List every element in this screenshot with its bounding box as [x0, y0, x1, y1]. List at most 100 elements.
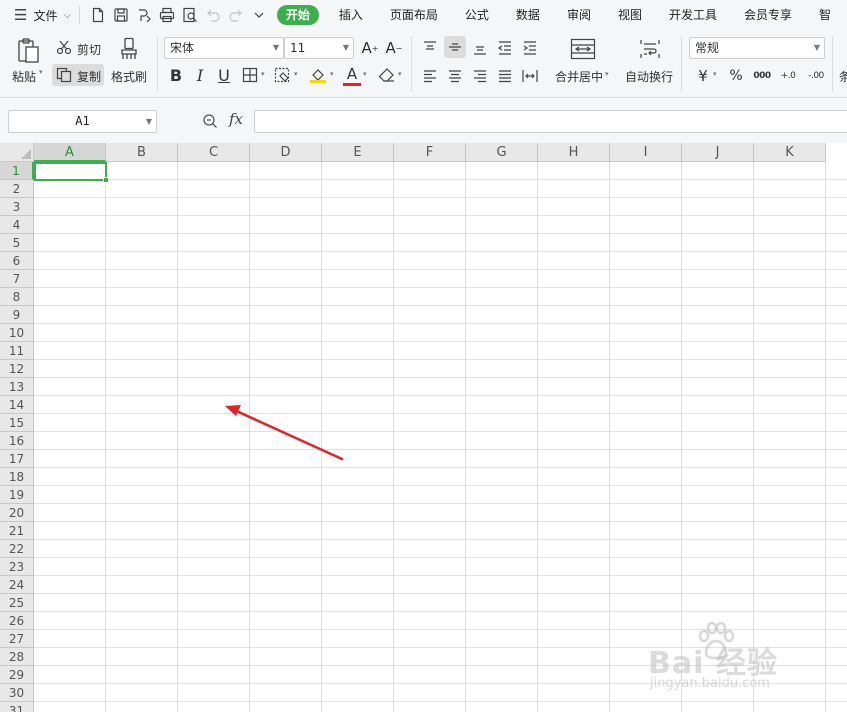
- fill-color-icon[interactable]: [308, 65, 328, 85]
- row-header-4[interactable]: 4: [0, 216, 34, 234]
- tab-home[interactable]: 开始: [276, 5, 319, 25]
- underline-button[interactable]: U: [214, 64, 234, 86]
- active-cell-a1[interactable]: [34, 162, 109, 183]
- align-middle-icon[interactable]: [444, 36, 466, 58]
- tab-insert[interactable]: 插入: [328, 0, 374, 30]
- row-header-5[interactable]: 5: [0, 234, 34, 252]
- column-header-a[interactable]: A: [34, 143, 106, 162]
- row-header-22[interactable]: 22: [0, 540, 34, 558]
- row-header-6[interactable]: 6: [0, 252, 34, 270]
- spreadsheet-grid[interactable]: ABCDEFGHIJK 1 2 3 4 5 6 7 8 9 10 11 12 13 14 15 16 17 18 1…: [0, 143, 847, 712]
- decrease-decimal-button[interactable]: -.00: [803, 65, 829, 87]
- borders-icon[interactable]: [240, 66, 260, 84]
- row-header-8[interactable]: 8: [0, 288, 34, 306]
- row-header-25[interactable]: 25: [0, 594, 34, 612]
- row-header-29[interactable]: 29: [0, 666, 34, 684]
- row-header-14[interactable]: 14: [0, 396, 34, 414]
- conditional-format-button[interactable]: 条: [839, 68, 847, 85]
- row-header-1[interactable]: 1: [0, 162, 34, 180]
- clear-dropdown-icon[interactable]: ▾: [398, 70, 402, 78]
- row-header-24[interactable]: 24: [0, 576, 34, 594]
- row-header-20[interactable]: 20: [0, 504, 34, 522]
- font-name-select[interactable]: 宋体 ▼: [164, 37, 284, 59]
- font-size-select[interactable]: 11 ▼: [284, 37, 354, 59]
- tab-page-layout[interactable]: 页面布局: [379, 0, 449, 30]
- row-header-27[interactable]: 27: [0, 630, 34, 648]
- font-color-dropdown-icon[interactable]: ▾: [363, 70, 367, 78]
- row-header-17[interactable]: 17: [0, 450, 34, 468]
- save-icon[interactable]: [109, 3, 132, 27]
- format-painter-button[interactable]: 格式刷: [111, 68, 147, 85]
- format-convert-icon[interactable]: [132, 3, 155, 27]
- align-top-icon[interactable]: [420, 38, 440, 58]
- currency-button[interactable]: ¥: [694, 65, 712, 87]
- row-header-15[interactable]: 15: [0, 414, 34, 432]
- merge-center-button[interactable]: 合并居中: [555, 68, 603, 85]
- new-file-icon[interactable]: [86, 3, 109, 27]
- increase-font-size-icon[interactable]: A +: [360, 38, 380, 58]
- thousands-separator-button[interactable]: 000: [751, 65, 773, 87]
- row-header-3[interactable]: 3: [0, 198, 34, 216]
- format-painter-icon[interactable]: [117, 36, 141, 62]
- column-header-k[interactable]: K: [754, 143, 826, 162]
- zoom-icon[interactable]: [202, 113, 218, 129]
- row-header-7[interactable]: 7: [0, 270, 34, 288]
- wrap-text-button[interactable]: 自动换行: [625, 68, 673, 85]
- name-box[interactable]: A1 ▼: [8, 110, 157, 133]
- merge-center-icon[interactable]: [569, 36, 597, 62]
- paste-dropdown-arrow-icon[interactable]: ▾: [39, 68, 43, 76]
- increase-indent-icon[interactable]: [520, 38, 540, 58]
- distributed-align-icon[interactable]: [520, 66, 540, 86]
- cell-style-dropdown-icon[interactable]: ▾: [294, 70, 298, 78]
- tab-data[interactable]: 数据: [505, 0, 551, 30]
- print-preview-icon[interactable]: [178, 3, 201, 27]
- italic-button[interactable]: I: [190, 64, 210, 86]
- justify-icon[interactable]: [495, 66, 515, 86]
- insert-function-button[interactable]: fx: [229, 110, 243, 128]
- row-header-16[interactable]: 16: [0, 432, 34, 450]
- paste-button[interactable]: 粘贴: [12, 68, 36, 85]
- row-header-31[interactable]: 31: [0, 702, 34, 712]
- align-bottom-icon[interactable]: [470, 38, 490, 58]
- align-left-icon[interactable]: [420, 66, 440, 86]
- column-header-i[interactable]: I: [610, 143, 682, 162]
- fill-color-dropdown-icon[interactable]: ▾: [330, 70, 334, 78]
- tab-smart[interactable]: 智: [808, 0, 842, 30]
- row-header-26[interactable]: 26: [0, 612, 34, 630]
- currency-dropdown-icon[interactable]: ▾: [713, 70, 717, 78]
- row-header-2[interactable]: 2: [0, 180, 34, 198]
- column-header-f[interactable]: F: [394, 143, 466, 162]
- cell-area[interactable]: [34, 162, 847, 712]
- decrease-font-size-icon[interactable]: A −: [384, 38, 404, 58]
- quick-access-chevron-icon[interactable]: [248, 3, 271, 27]
- row-header-13[interactable]: 13: [0, 378, 34, 396]
- align-right-icon[interactable]: [470, 66, 490, 86]
- print-icon[interactable]: [155, 3, 178, 27]
- cut-button[interactable]: 剪切: [77, 41, 101, 58]
- undo-icon[interactable]: [202, 3, 225, 27]
- column-header-d[interactable]: D: [250, 143, 322, 162]
- column-header-j[interactable]: J: [682, 143, 754, 162]
- row-header-9[interactable]: 9: [0, 306, 34, 324]
- tab-view[interactable]: 视图: [607, 0, 653, 30]
- column-header-h[interactable]: H: [538, 143, 610, 162]
- column-header-g[interactable]: G: [466, 143, 538, 162]
- number-format-select[interactable]: 常规 ▼: [689, 37, 825, 59]
- redo-icon[interactable]: [225, 3, 248, 27]
- align-center-icon[interactable]: [445, 66, 465, 86]
- font-color-button[interactable]: A: [343, 64, 361, 86]
- merge-dropdown-icon[interactable]: ▾: [605, 70, 609, 78]
- row-header-30[interactable]: 30: [0, 684, 34, 702]
- row-header-21[interactable]: 21: [0, 522, 34, 540]
- tab-formulas[interactable]: 公式: [454, 0, 500, 30]
- wrap-text-icon[interactable]: [636, 36, 664, 62]
- tab-review[interactable]: 审阅: [556, 0, 602, 30]
- paste-icon[interactable]: [14, 36, 44, 66]
- increase-decimal-button[interactable]: +.0: [777, 65, 799, 87]
- fill-handle[interactable]: [103, 177, 109, 183]
- bold-button[interactable]: B: [166, 64, 186, 86]
- row-header-18[interactable]: 18: [0, 468, 34, 486]
- row-header-28[interactable]: 28: [0, 648, 34, 666]
- decrease-indent-icon[interactable]: [495, 38, 515, 58]
- percent-button[interactable]: %: [727, 65, 745, 87]
